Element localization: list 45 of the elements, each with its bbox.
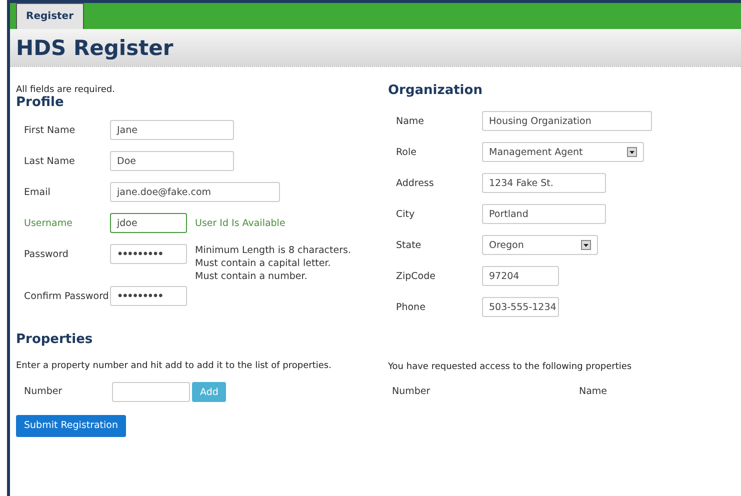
field-label: Last Name	[24, 155, 76, 169]
requested-text: You have requested access to the following properties	[388, 362, 633, 372]
submit-button[interactable]: Submit Registration	[16, 414, 126, 436]
field-label: Confirm Password	[24, 290, 110, 304]
password-hint: Minimum Length is 8 characters.	[195, 244, 351, 257]
section-heading: Properties	[16, 332, 94, 347]
input-field[interactable]: 97204	[482, 266, 559, 286]
password-hint: Must contain a number.	[195, 270, 308, 283]
field-label: Password	[24, 248, 70, 262]
column-header: Name	[579, 386, 608, 397]
input-field[interactable]: Portland	[482, 204, 606, 224]
dropdown-caret-icon	[581, 240, 591, 250]
page-title: HDS Register	[16, 36, 174, 60]
required-note: All fields are required.	[16, 85, 115, 95]
section-heading: Organization	[388, 83, 484, 98]
input-field[interactable]: jdoe	[110, 213, 187, 233]
dropdown[interactable]: Management Agent	[482, 142, 644, 162]
input-field[interactable]: 503-555-1234	[482, 297, 559, 317]
field-label: Name	[396, 115, 426, 129]
section-heading: Profile	[16, 95, 65, 110]
input-field[interactable]: Housing Organization	[482, 111, 652, 131]
field-label: City	[396, 208, 416, 222]
dropdown-caret-icon	[627, 147, 637, 157]
instructions-text: Enter a property number and hit add to add it to the list of properties.	[16, 361, 332, 371]
password-field[interactable]: •••••••••	[110, 244, 187, 264]
field-label: ZipCode	[396, 270, 436, 284]
field-label: Username	[24, 217, 74, 231]
field-label: Role	[396, 146, 418, 160]
input-field[interactable]: Doe	[110, 151, 234, 171]
input-field[interactable]: Jane	[110, 120, 234, 140]
dropdown[interactable]: Oregon	[482, 235, 598, 255]
input-field[interactable]: 1234 Fake St.	[482, 173, 606, 193]
field-label: Email	[24, 186, 52, 200]
validation-message: User Id Is Available	[195, 217, 286, 231]
field-label: Number	[24, 385, 64, 399]
field-label: Address	[396, 177, 435, 191]
field-label: Phone	[396, 301, 426, 315]
field-label: State	[396, 239, 422, 253]
tab[interactable]: Register	[16, 3, 84, 29]
input-field[interactable]	[112, 382, 190, 402]
password-field[interactable]: •••••••••	[110, 286, 187, 306]
column-header: Number	[392, 386, 432, 397]
password-hint: Must contain a capital letter.	[195, 257, 332, 270]
field-label: First Name	[24, 124, 76, 138]
input-field[interactable]: jane.doe@fake.com	[110, 182, 280, 202]
